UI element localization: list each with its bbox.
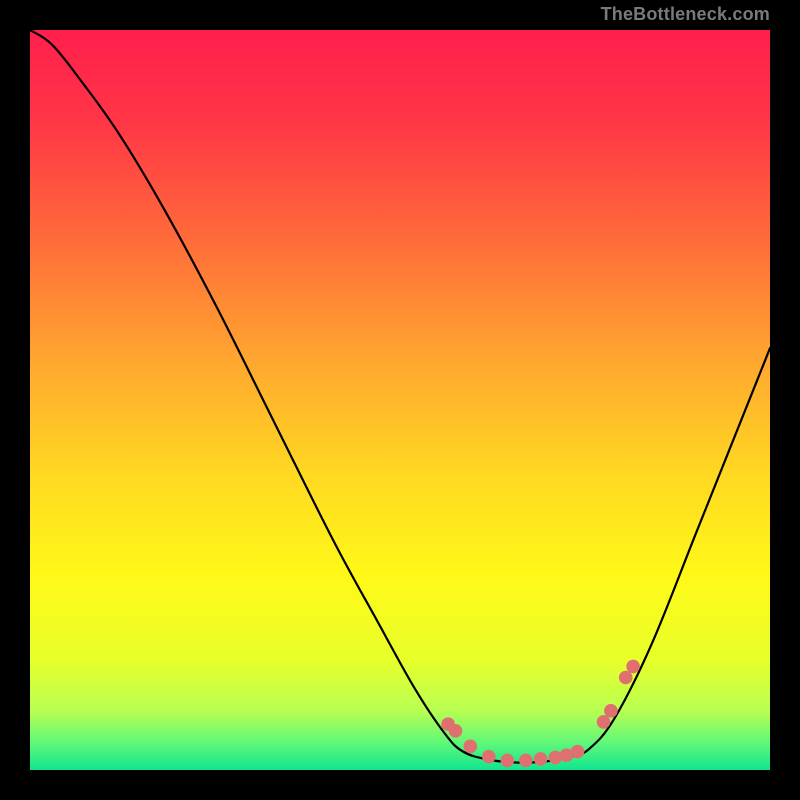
chart-frame: TheBottleneck.com [0,0,800,800]
curve-marker [571,745,585,759]
curve-marker [482,750,496,764]
curve-marker [501,754,515,768]
curve-marker [464,740,478,754]
curve-marker [626,660,640,674]
plot-area [30,30,770,770]
curve-marker [519,754,533,768]
curve-marker [449,724,463,738]
curve-marker [597,715,611,729]
curve-marker [534,752,548,766]
curve-marker [604,704,618,718]
bottleneck-curve [30,30,770,763]
plot-curves [30,30,770,770]
curve-marker [619,671,633,685]
attribution-text: TheBottleneck.com [601,4,770,25]
